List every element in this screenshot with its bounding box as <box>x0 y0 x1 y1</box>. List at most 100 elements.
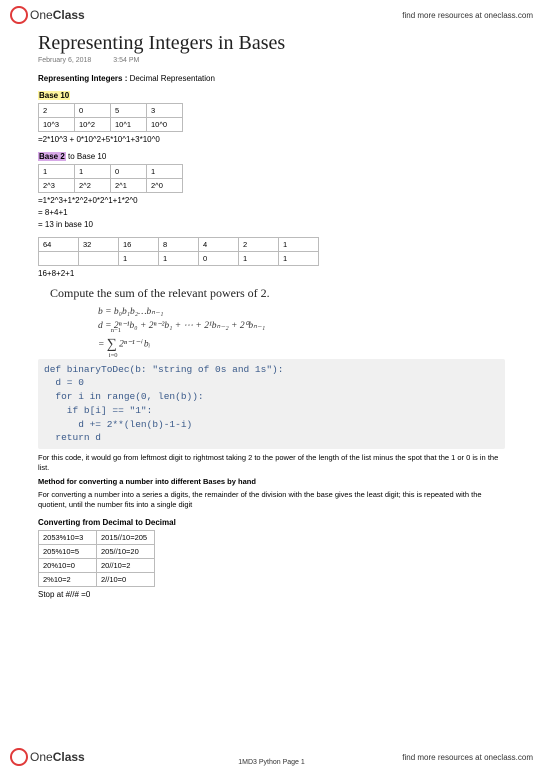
cell: 205%10=5 <box>39 544 97 558</box>
wide-section: 64 32 16 8 4 2 1 1 1 0 1 1 16+8+2+1 <box>38 237 505 278</box>
page-meta: February 6, 2018 3:54 PM <box>38 57 505 64</box>
math-l3-body: 2ⁿ⁻¹⁻ⁱ bᵢ <box>119 339 150 349</box>
math-block: b = b₀b₁b₂…bₙ₋₁ d = 2ⁿ⁻¹b₀ + 2ⁿ⁻²b₁ + ⋯ … <box>98 305 505 355</box>
meta-date: February 6, 2018 <box>38 57 91 64</box>
cell: 205//10=20 <box>97 544 155 558</box>
cell: 4 <box>199 238 239 252</box>
cell: 2^0 <box>147 179 183 193</box>
table-row: 1 1 0 1 <box>39 165 183 179</box>
cell: 16 <box>119 238 159 252</box>
base2-section: Base 2 to Base 10 1 1 0 1 2^3 2^2 2^1 2^… <box>38 152 505 229</box>
cell: 1 <box>39 165 75 179</box>
base2-label-a: Base 2 <box>38 152 66 161</box>
math-l3-pre: = <box>98 339 107 349</box>
table-row: 10^3 10^2 10^1 10^0 <box>39 118 183 132</box>
base10-expansion: =2*10^3 + 0*10^2+5*10^1+3*10^0 <box>38 135 505 144</box>
cell: 1 <box>279 252 319 266</box>
cell: 2015//10=205 <box>97 530 155 544</box>
table-row: 2053%10=32015//10=205 <box>39 530 155 544</box>
table-row: 1 1 0 1 1 <box>39 252 319 266</box>
base2-table: 1 1 0 1 2^3 2^2 2^1 2^0 <box>38 164 183 193</box>
method-body: For converting a number into a series a … <box>38 490 505 510</box>
cell: 10^0 <box>147 118 183 132</box>
brand-logo: OneClass <box>10 6 85 24</box>
cell: 1 <box>119 252 159 266</box>
cell: 2%10=2 <box>39 572 97 586</box>
table-row: 2%10=22//10=0 <box>39 572 155 586</box>
footer-link[interactable]: find more resources at oneclass.com <box>402 753 533 762</box>
cell: 32 <box>79 238 119 252</box>
code-block: def binaryToDec(b: "string of 0s and 1s"… <box>38 359 505 450</box>
footer-brand-icon <box>10 748 28 766</box>
sigma-lower: i=0 <box>109 351 118 361</box>
cell: 2//10=0 <box>97 572 155 586</box>
cell <box>39 252 79 266</box>
brand-icon <box>10 6 28 24</box>
cell: 3 <box>147 104 183 118</box>
cell: 1 <box>279 238 319 252</box>
footer-brand-class: Class <box>53 750 85 764</box>
cell: 0 <box>75 104 111 118</box>
cell: 10^2 <box>75 118 111 132</box>
base10-label: Base 10 <box>38 91 70 100</box>
base2-label-b: to Base 10 <box>66 152 106 161</box>
intro-text: Decimal Representation <box>127 74 215 83</box>
cell: 2^3 <box>39 179 75 193</box>
sigma-upper: n−1 <box>111 326 121 336</box>
page-title: Representing Integers in Bases <box>38 32 505 55</box>
cell: 2^1 <box>111 179 147 193</box>
cell: 10^3 <box>39 118 75 132</box>
math-l2: d = 2ⁿ⁻¹b₀ + 2ⁿ⁻²b₁ + ⋯ + 2¹bₙ₋₂ + 2⁰bₙ₋… <box>98 319 505 333</box>
intro-line: Representing Integers : Decimal Represen… <box>38 74 505 83</box>
page-header: OneClass find more resources at oneclass… <box>0 0 543 26</box>
page-body: Representing Integers in Bases February … <box>0 26 543 599</box>
footer-logo: OneClass <box>10 748 85 766</box>
cell: 64 <box>39 238 79 252</box>
cell: 2^2 <box>75 179 111 193</box>
cell: 8 <box>159 238 199 252</box>
cell: 1 <box>239 252 279 266</box>
header-link[interactable]: find more resources at oneclass.com <box>402 11 533 20</box>
page-footer: OneClass find more resources at oneclass… <box>0 748 543 766</box>
cell: 20//10=2 <box>97 558 155 572</box>
dec-section: Converting from Decimal to Decimal 2053%… <box>38 518 505 599</box>
cell: 0 <box>199 252 239 266</box>
brand-class: Class <box>53 8 85 22</box>
method-heading: Method for converting a number into diff… <box>38 477 505 487</box>
table-row: 2 0 5 3 <box>39 104 183 118</box>
brand-text: OneClass <box>30 8 85 22</box>
base2-exp1: =1*2^3+1*2^2+0*2^1+1*2^0 <box>38 196 505 205</box>
meta-time: 3:54 PM <box>113 57 139 64</box>
cell <box>79 252 119 266</box>
dec-heading: Converting from Decimal to Decimal <box>38 518 505 527</box>
cell: 1 <box>147 165 183 179</box>
base10-table: 2 0 5 3 10^3 10^2 10^1 10^0 <box>38 103 183 132</box>
footer-brand-one: One <box>30 750 53 764</box>
wide-sum: 16+8+2+1 <box>38 269 505 278</box>
code-explain: For this code, it would go from leftmost… <box>38 453 505 473</box>
cell: 2 <box>239 238 279 252</box>
math-l1: b = b₀b₁b₂…bₙ₋₁ <box>98 305 505 319</box>
cell: 10^1 <box>111 118 147 132</box>
table-row: 2^3 2^2 2^1 2^0 <box>39 179 183 193</box>
cell: 20%10=0 <box>39 558 97 572</box>
table-row: 205%10=5205//10=20 <box>39 544 155 558</box>
cell: 1 <box>159 252 199 266</box>
table-row: 64 32 16 8 4 2 1 <box>39 238 319 252</box>
brand-one: One <box>30 8 53 22</box>
intro-label: Representing Integers : <box>38 74 127 83</box>
cell: 5 <box>111 104 147 118</box>
footer-brand-text: OneClass <box>30 750 85 764</box>
compute-heading: Compute the sum of the relevant powers o… <box>50 286 505 301</box>
dec-table: 2053%10=32015//10=205 205%10=5205//10=20… <box>38 530 155 587</box>
cell: 2 <box>39 104 75 118</box>
base2-exp2: = 8+4+1 <box>38 208 505 217</box>
base10-section: Base 10 2 0 5 3 10^3 10^2 10^1 10^0 =2*1… <box>38 91 505 144</box>
cell: 2053%10=3 <box>39 530 97 544</box>
dec-stop: Stop at #//# =0 <box>38 590 505 599</box>
cell: 1 <box>75 165 111 179</box>
cell: 0 <box>111 165 147 179</box>
base2-exp3: = 13 in base 10 <box>38 220 505 229</box>
powers-table: 64 32 16 8 4 2 1 1 1 0 1 1 <box>38 237 319 266</box>
table-row: 20%10=020//10=2 <box>39 558 155 572</box>
